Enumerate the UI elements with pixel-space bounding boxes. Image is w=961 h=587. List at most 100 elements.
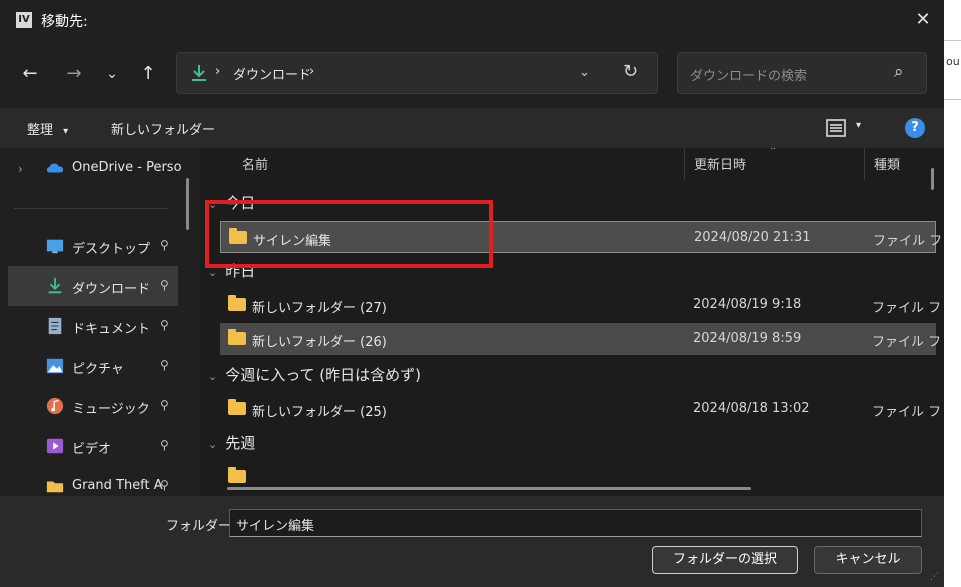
cloud-icon bbox=[46, 163, 64, 173]
pin-icon[interactable]: ⚲ bbox=[160, 358, 169, 372]
organize-caret-icon: ▾ bbox=[63, 126, 69, 137]
search-placeholder: ダウンロードの検索 bbox=[690, 69, 808, 84]
folder-icon bbox=[228, 399, 246, 415]
dialog-title: 移動先: bbox=[41, 14, 88, 30]
folder-field-label: フォルダー: bbox=[166, 519, 236, 534]
sort-caret-icon: ⌃ bbox=[769, 148, 778, 157]
sidebar-item-videos[interactable]: ビデオ ⚲ bbox=[8, 426, 178, 466]
folder-icon bbox=[46, 481, 64, 493]
background-window: ou bbox=[944, 0, 961, 587]
sidebar-item-label: ミュージック bbox=[72, 402, 150, 417]
app-icon: IV bbox=[16, 12, 32, 28]
document-icon bbox=[48, 317, 62, 335]
sidebar-item-pictures[interactable]: ピクチャ ⚲ bbox=[8, 346, 178, 386]
file-name: 新しいフォルダー (25) bbox=[252, 405, 387, 420]
help-icon[interactable]: ? bbox=[905, 118, 925, 138]
file-name: 新しいフォルダー (27) bbox=[252, 301, 387, 316]
pin-icon[interactable]: ⚲ bbox=[160, 398, 169, 412]
file-row[interactable]: 新しいフォルダー (26) 2024/08/19 8:59 ファイル フ bbox=[220, 323, 941, 355]
sidebar-item-desktop[interactable]: デスクトップ ⚲ bbox=[8, 226, 178, 266]
folder-name-input[interactable]: サイレン編集 bbox=[229, 509, 922, 537]
select-folder-button[interactable]: フォルダーの選択 bbox=[652, 546, 798, 574]
view-list-icon[interactable] bbox=[826, 118, 846, 138]
up-icon[interactable]: ↑ bbox=[136, 62, 160, 86]
pin-icon[interactable]: ⚲ bbox=[160, 278, 169, 292]
sidebar-scrollbar[interactable] bbox=[186, 178, 189, 230]
group-label: 今週に入って (昨日は含めず) bbox=[225, 366, 421, 384]
column-divider[interactable] bbox=[864, 148, 865, 180]
sidebar-divider bbox=[14, 208, 168, 209]
search-box[interactable]: ダウンロードの検索 ⌕ bbox=[677, 52, 927, 94]
command-bar: 整理 ▾ 新しいフォルダー ▾ ? bbox=[0, 108, 944, 148]
address-bar[interactable]: › ダウンロード › ⌄ ↻ bbox=[176, 52, 658, 94]
new-folder-button[interactable]: 新しいフォルダー bbox=[111, 119, 215, 138]
forward-icon[interactable]: → bbox=[62, 62, 86, 86]
file-type: ファイル フ bbox=[872, 301, 942, 316]
address-dropdown-icon[interactable]: ⌄ bbox=[579, 65, 590, 80]
file-type: ファイル フ bbox=[872, 405, 942, 420]
highlight-annotation bbox=[205, 200, 493, 268]
download-icon bbox=[48, 277, 62, 294]
dialog-footer: フォルダー: サイレン編集 フォルダーの選択 キャンセル ⋰ bbox=[0, 496, 944, 587]
sidebar-item-downloads[interactable]: ダウンロード ⚲ bbox=[8, 266, 178, 306]
sidebar-item-documents[interactable]: ドキュメント ⚲ bbox=[8, 306, 178, 346]
pin-icon[interactable]: ⚲ bbox=[160, 318, 169, 332]
close-icon[interactable]: ✕ bbox=[908, 6, 938, 34]
file-row[interactable]: 新しいフォルダー (27) 2024/08/19 9:18 ファイル フ bbox=[220, 289, 941, 321]
pin-icon[interactable]: ⚲ bbox=[160, 478, 169, 492]
file-type: ファイル フ bbox=[872, 335, 942, 350]
file-date: 2024/08/18 13:02 bbox=[693, 401, 810, 416]
file-date: 2024/08/20 21:31 bbox=[694, 230, 811, 245]
sidebar-item-label: ダウンロード bbox=[72, 282, 151, 297]
group-label: 先週 bbox=[225, 434, 256, 452]
background-text: ou bbox=[946, 55, 960, 68]
sidebar-item-onedrive[interactable]: OneDrive - Perso bbox=[8, 148, 182, 188]
folder-name-value: サイレン編集 bbox=[236, 519, 315, 534]
address-separator: › bbox=[215, 64, 221, 79]
recent-locations-icon[interactable]: ⌄ bbox=[100, 62, 124, 86]
file-row[interactable]: 新しいフォルダー (25) 2024/08/18 13:02 ファイル フ bbox=[220, 393, 941, 425]
file-date: 2024/08/19 9:18 bbox=[693, 297, 802, 312]
search-icon[interactable]: ⌕ bbox=[894, 62, 904, 82]
group-header-this-week[interactable]: ⌄ 今週に入って (昨日は含めず) bbox=[208, 364, 421, 385]
column-divider[interactable] bbox=[684, 148, 685, 180]
resize-grip-icon[interactable]: ⋰ bbox=[930, 572, 942, 584]
sidebar-item-label: ピクチャ bbox=[72, 362, 124, 377]
file-type: ファイル フ bbox=[873, 234, 943, 249]
sidebar-item-music[interactable]: ミュージック ⚲ bbox=[8, 386, 178, 426]
group-chevron-icon: ⌄ bbox=[208, 370, 218, 383]
organize-label: 整理 bbox=[27, 123, 54, 138]
music-icon bbox=[46, 397, 64, 415]
column-header-type[interactable]: 種類 bbox=[874, 154, 900, 173]
sidebar-item-label: デスクトップ bbox=[72, 242, 151, 257]
folder-icon bbox=[228, 295, 246, 311]
group-chevron-icon: ⌄ bbox=[208, 438, 218, 451]
address-crumb-downloads[interactable]: ダウンロード bbox=[233, 64, 311, 83]
sidebar-item-label: ドキュメント bbox=[72, 322, 151, 337]
column-header-name[interactable]: 名前 bbox=[242, 154, 268, 173]
file-name: 新しいフォルダー (26) bbox=[252, 335, 387, 350]
file-list-scrollbar[interactable] bbox=[931, 168, 934, 190]
address-separator-trailing[interactable]: › bbox=[309, 64, 314, 79]
file-date: 2024/08/19 8:59 bbox=[693, 331, 802, 346]
pin-icon[interactable]: ⚲ bbox=[160, 438, 169, 452]
pin-icon[interactable]: ⚲ bbox=[160, 238, 169, 252]
folder-icon bbox=[228, 467, 246, 483]
download-icon bbox=[192, 65, 206, 81]
sidebar-item-label: Grand Theft A bbox=[72, 478, 163, 493]
organize-button[interactable]: 整理 ▾ bbox=[27, 119, 68, 138]
refresh-icon[interactable]: ↻ bbox=[623, 61, 638, 82]
cancel-button[interactable]: キャンセル bbox=[814, 546, 922, 574]
navigation-bar: ← → ⌄ ↑ › ダウンロード › ⌄ ↻ ダウンロードの検索 ⌕ bbox=[0, 40, 944, 108]
move-to-dialog: IV 移動先: ✕ ← → ⌄ ↑ › ダウンロード › ⌄ ↻ ダウンロードの… bbox=[0, 0, 944, 587]
background-toolbar bbox=[944, 40, 961, 100]
group-header-last-week[interactable]: ⌄ 先週 bbox=[208, 432, 255, 453]
video-icon bbox=[46, 438, 64, 454]
view-caret-icon[interactable]: ▾ bbox=[856, 120, 861, 131]
back-icon[interactable]: ← bbox=[18, 62, 42, 86]
title-bar: IV 移動先: ✕ bbox=[0, 0, 944, 40]
horizontal-scrollbar[interactable] bbox=[227, 487, 751, 490]
folder-icon bbox=[228, 329, 246, 345]
picture-icon bbox=[46, 358, 64, 374]
column-header-date[interactable]: 更新日時 bbox=[694, 154, 746, 173]
